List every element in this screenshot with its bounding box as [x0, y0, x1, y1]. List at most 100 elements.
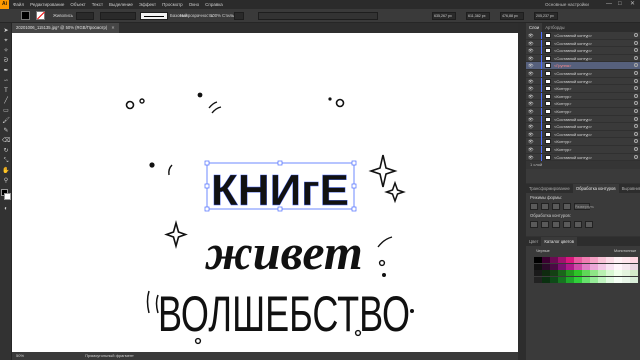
- eraser-tool-icon[interactable]: ⌫: [2, 137, 10, 145]
- tab-align[interactable]: Выравнивание: [619, 184, 640, 193]
- color-swatch[interactable]: [566, 270, 574, 276]
- hand-tool-icon[interactable]: ✋: [2, 167, 10, 175]
- brush-definition-field[interactable]: [140, 12, 168, 20]
- rotate-tool-icon[interactable]: ↻: [2, 147, 10, 155]
- selection-handle[interactable]: [204, 206, 210, 212]
- lettering-line-2[interactable]: живет: [204, 224, 363, 280]
- color-swatch[interactable]: [630, 276, 638, 283]
- color-swatch[interactable]: [630, 263, 638, 270]
- color-swatch[interactable]: [542, 257, 550, 263]
- color-swatch[interactable]: [606, 270, 614, 276]
- target-circle-icon[interactable]: [634, 146, 638, 151]
- minus-back-icon[interactable]: [585, 221, 593, 228]
- color-swatch[interactable]: [598, 276, 606, 283]
- color-swatch[interactable]: [606, 276, 614, 283]
- menu-type[interactable]: Текст: [92, 2, 103, 7]
- menu-effect[interactable]: Эффект: [139, 2, 156, 7]
- tab-transform[interactable]: Трансформирование: [526, 184, 573, 193]
- color-swatch[interactable]: [550, 257, 558, 263]
- document-tab[interactable]: 20201006_115135.jpg* @ 50% (RGB/Просмотр…: [12, 23, 119, 33]
- divide-icon[interactable]: [530, 221, 538, 228]
- target-circle-icon[interactable]: [634, 154, 638, 159]
- selection-handle[interactable]: [277, 160, 283, 166]
- y-field[interactable]: 611,382 px: [466, 12, 490, 20]
- selection-handle[interactable]: [204, 183, 210, 189]
- layer-row[interactable]: 👁 <Составной контур>: [526, 39, 640, 48]
- color-swatch[interactable]: [622, 276, 630, 283]
- visibility-eye-icon[interactable]: 👁: [528, 85, 534, 92]
- color-swatch[interactable]: [582, 263, 590, 270]
- color-swatch[interactable]: [590, 257, 598, 263]
- color-swatch[interactable]: [534, 270, 542, 276]
- close-icon[interactable]: ✕: [111, 25, 115, 30]
- target-circle-icon[interactable]: [634, 55, 638, 60]
- outline-icon[interactable]: [574, 221, 582, 228]
- selection-handle[interactable]: [351, 183, 357, 189]
- align-options-area[interactable]: [258, 12, 378, 20]
- selection-handle[interactable]: [351, 160, 357, 166]
- artboard-canvas[interactable]: КНИгЕ живет ВОЛШЕБСТВО: [12, 33, 518, 352]
- color-swatch[interactable]: [630, 257, 638, 263]
- color-swatch[interactable]: [574, 276, 582, 283]
- pencil-tool-icon[interactable]: ✎: [2, 127, 10, 135]
- close-button[interactable]: ✕: [630, 1, 635, 8]
- color-swatch[interactable]: [614, 270, 622, 276]
- visibility-eye-icon[interactable]: 👁: [528, 40, 534, 47]
- x-field[interactable]: 635,267 px: [432, 12, 456, 20]
- menu-help[interactable]: Справка: [205, 2, 223, 7]
- menu-view[interactable]: Просмотр: [162, 2, 183, 7]
- color-swatch[interactable]: [566, 276, 574, 283]
- target-circle-icon[interactable]: [634, 86, 638, 91]
- target-circle-icon[interactable]: [634, 131, 638, 136]
- color-swatch[interactable]: [550, 276, 558, 283]
- drawing-mode-icon[interactable]: ◐: [2, 205, 10, 213]
- target-circle-icon[interactable]: [634, 48, 638, 53]
- visibility-eye-icon[interactable]: 👁: [528, 108, 534, 115]
- color-swatch[interactable]: [542, 276, 550, 283]
- color-swatch[interactable]: [558, 263, 566, 270]
- stroke-swatch[interactable]: [36, 11, 45, 20]
- curvature-tool-icon[interactable]: ∽: [2, 77, 10, 85]
- color-swatch[interactable]: [558, 257, 566, 263]
- menu-file[interactable]: Файл: [13, 2, 24, 7]
- visibility-eye-icon[interactable]: 👁: [528, 123, 534, 130]
- menu-object[interactable]: Объект: [70, 2, 85, 7]
- visibility-eye-icon[interactable]: 👁: [528, 138, 534, 145]
- target-circle-icon[interactable]: [634, 101, 638, 106]
- color-swatch[interactable]: [606, 257, 614, 263]
- color-swatch[interactable]: [566, 257, 574, 263]
- color-swatch[interactable]: [574, 270, 582, 276]
- color-swatch[interactable]: [542, 263, 550, 270]
- crop-icon[interactable]: [563, 221, 571, 228]
- menu-select[interactable]: Выделение: [109, 2, 133, 7]
- color-swatch[interactable]: [622, 270, 630, 276]
- target-circle-icon[interactable]: [634, 93, 638, 98]
- target-circle-icon[interactable]: [634, 116, 638, 121]
- trim-icon[interactable]: [541, 221, 549, 228]
- line-tool-icon[interactable]: ╱: [2, 97, 10, 105]
- layer-row[interactable]: 👁 <Составной контур>: [526, 115, 640, 124]
- layer-row[interactable]: 👁 <Составной контур>: [526, 54, 640, 63]
- tab-pathfinder[interactable]: Обработка контуров: [572, 184, 619, 193]
- visibility-eye-icon[interactable]: 👁: [528, 70, 534, 77]
- menu-edit[interactable]: Редактирование: [30, 2, 64, 7]
- visibility-eye-icon[interactable]: 👁: [528, 78, 534, 85]
- color-swatch[interactable]: [574, 257, 582, 263]
- color-swatch[interactable]: [606, 263, 614, 270]
- lettering-line-1[interactable]: КНИгЕ: [211, 166, 349, 215]
- expand-button[interactable]: Развернуть: [574, 203, 594, 210]
- color-swatch[interactable]: [550, 270, 558, 276]
- layer-row[interactable]: 👁 <Контур>: [526, 85, 640, 93]
- color-swatch[interactable]: [534, 276, 542, 283]
- color-swatch[interactable]: [614, 257, 622, 263]
- visibility-eye-icon[interactable]: 👁: [528, 146, 534, 153]
- scale-tool-icon[interactable]: ⤡: [2, 157, 10, 165]
- selection-handle[interactable]: [351, 206, 357, 212]
- target-circle-icon[interactable]: [634, 78, 638, 83]
- color-swatch[interactable]: [590, 270, 598, 276]
- layer-row[interactable]: 👁 <Составной контур>: [526, 32, 640, 40]
- magic-wand-tool-icon[interactable]: ✧: [2, 47, 10, 55]
- visibility-eye-icon[interactable]: 👁: [528, 116, 534, 123]
- direct-selection-tool-icon[interactable]: ⌖: [2, 37, 10, 45]
- target-circle-icon[interactable]: [634, 40, 638, 45]
